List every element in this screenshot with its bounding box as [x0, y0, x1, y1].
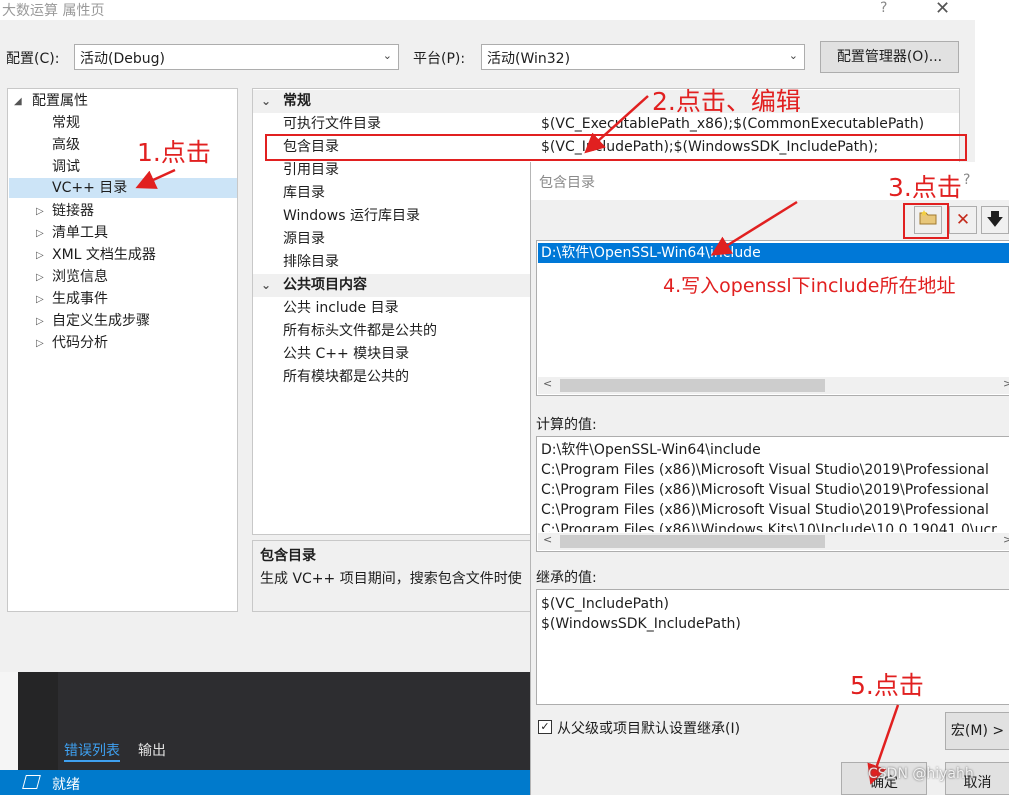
- arrow-step-1: [135, 168, 176, 189]
- watermark: CSDN @hiyahh: [868, 766, 974, 782]
- arrow-step-4: [710, 200, 798, 256]
- annotation-arrows: [135, 95, 900, 785]
- arrow-step-2: [584, 95, 649, 154]
